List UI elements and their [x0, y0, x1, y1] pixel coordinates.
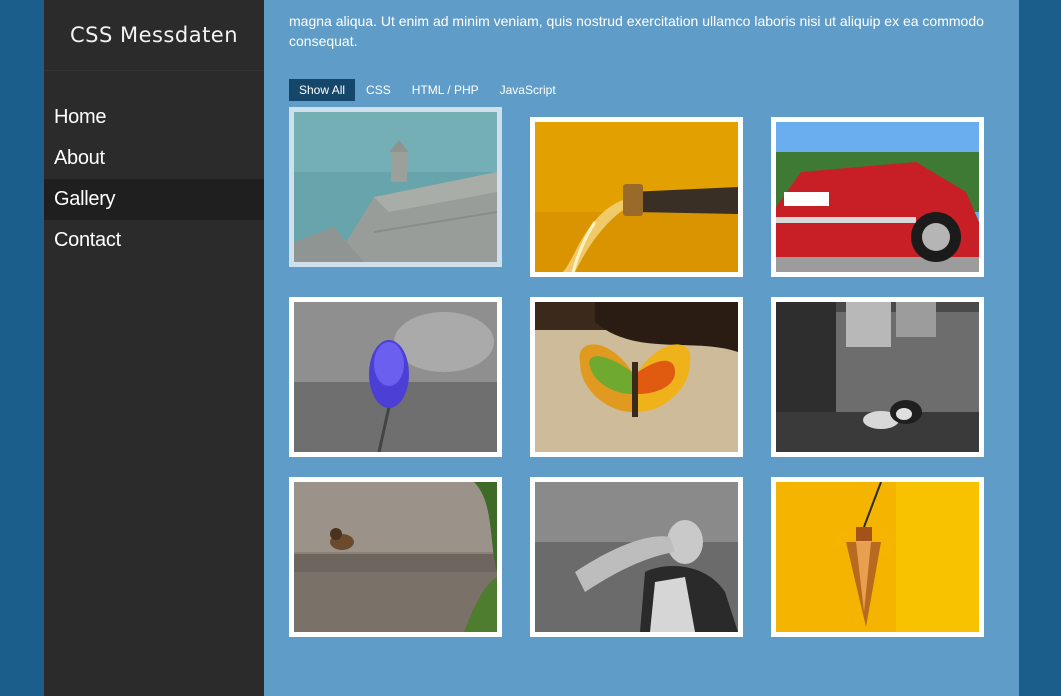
- nav-item-gallery[interactable]: Gallery: [44, 179, 264, 220]
- purple-flower-photo: [294, 302, 497, 452]
- gallery-thumb-butterfly[interactable]: [530, 297, 743, 457]
- gallery-thumb-purple-flower[interactable]: [289, 297, 502, 457]
- red-car-photo: [776, 122, 979, 272]
- hover-overlay: [294, 112, 497, 262]
- filter-css[interactable]: CSS: [356, 79, 401, 101]
- sleeping-dogs-photo: [776, 302, 979, 452]
- filter-javascript[interactable]: JavaScript: [490, 79, 566, 101]
- filter-html-php[interactable]: HTML / PHP: [402, 79, 489, 101]
- gallery-thumb-stretching-man[interactable]: [530, 477, 743, 637]
- butterfly-photo: [535, 302, 738, 452]
- nav-item-about[interactable]: About: [44, 138, 264, 179]
- site-title[interactable]: CSS Messdaten: [44, 0, 264, 71]
- stretching-man-photo: [535, 482, 738, 632]
- nav-item-contact[interactable]: Contact: [44, 220, 264, 261]
- main-nav: Home About Gallery Contact: [44, 97, 264, 261]
- pendulum-photo: [776, 482, 979, 632]
- sidebar: CSS Messdaten Home About Gallery Contact: [44, 0, 264, 696]
- water-hose-photo: [535, 122, 738, 272]
- nav-item-home[interactable]: Home: [44, 97, 264, 138]
- bird-on-fence-photo: [294, 482, 497, 632]
- main-content: magna aliqua. Ut enim ad minim veniam, q…: [264, 0, 1019, 696]
- filter-show-all[interactable]: Show All: [289, 79, 356, 101]
- gallery-thumb-pendulum[interactable]: [771, 477, 984, 637]
- gallery-thumb-red-car[interactable]: [771, 117, 984, 277]
- gallery-thumb-sleeping-dogs[interactable]: [771, 297, 984, 457]
- gallery-thumb-water-hose[interactable]: [530, 117, 743, 277]
- gallery-thumb-sea-fortress[interactable]: [289, 107, 502, 267]
- intro-text: magna aliqua. Ut enim ad minim veniam, q…: [289, 13, 984, 49]
- gallery-filter-bar: Show All CSS HTML / PHP JavaScript: [289, 79, 567, 101]
- gallery-thumb-bird-on-fence[interactable]: [289, 477, 502, 637]
